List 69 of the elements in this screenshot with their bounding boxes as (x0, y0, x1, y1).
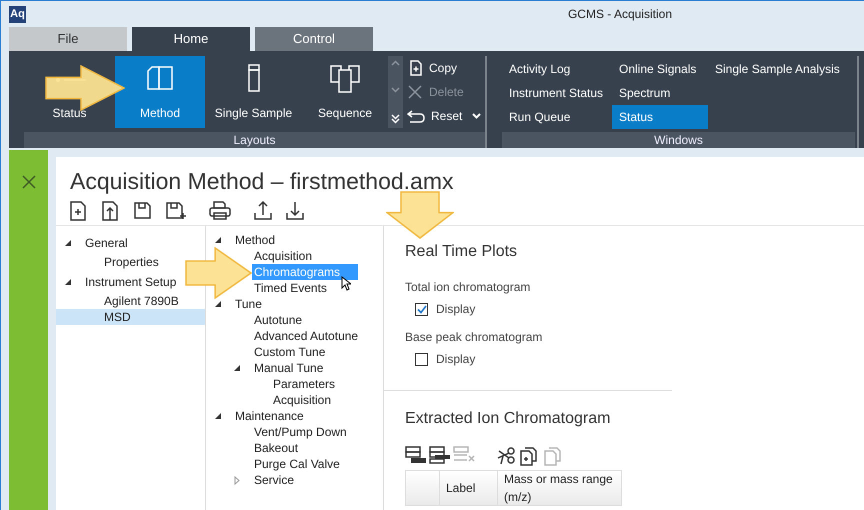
scissors-icon[interactable] (495, 445, 517, 466)
delete-icon (407, 84, 423, 100)
tree-item[interactable]: Custom Tune (252, 344, 328, 360)
window-link[interactable]: Spectrum (612, 81, 708, 105)
tree-item[interactable]: Acquisition (252, 248, 314, 264)
panel-title: Acquisition Method – firstmethod.amx (69, 167, 455, 195)
layout-button[interactable]: Sequence (302, 56, 388, 128)
checkbox-label: Display (436, 351, 476, 368)
collapsed-icon[interactable] (233, 476, 241, 484)
group-label: Windows (502, 132, 855, 148)
tree-item[interactable]: Agilent 7890B (102, 293, 181, 309)
tree-item[interactable]: Instrument Setup (83, 274, 178, 290)
expanded-icon[interactable] (64, 238, 72, 246)
window-link[interactable]: Run Queue (502, 105, 612, 129)
tree-item[interactable]: Maintenance (233, 408, 306, 424)
tree-item[interactable]: Method (233, 232, 278, 248)
tree-item[interactable]: Vent/Pump Down (252, 424, 349, 440)
ribbon-action-button[interactable]: Reset (405, 104, 484, 128)
expanded-icon[interactable] (214, 412, 222, 420)
tree-item[interactable]: Autotune (252, 312, 304, 328)
tree-item[interactable]: Parameters (271, 376, 338, 392)
layout-button[interactable]: Single Sample (205, 56, 302, 128)
insert-row-icon[interactable] (429, 445, 451, 466)
tree-item[interactable]: Tune (233, 296, 264, 312)
undo-icon (407, 109, 425, 123)
window-link[interactable]: Online Signals (612, 57, 708, 81)
tree-item[interactable]: Timed Events (252, 280, 329, 296)
ribbon-tab[interactable]: File (9, 27, 127, 51)
tree-item[interactable]: General (83, 234, 130, 250)
option-label: Total ion chromatogram (405, 279, 532, 296)
callout-arrow (386, 191, 454, 239)
column-header[interactable]: Mass or mass range (m/z) (498, 470, 622, 506)
scroll-up-icon[interactable] (391, 60, 400, 66)
print-icon[interactable] (208, 199, 232, 221)
tree-item[interactable]: Service (252, 472, 296, 488)
tree-item[interactable]: Advanced Autotune (252, 328, 360, 344)
checkbox[interactable] (415, 352, 428, 366)
ribbon-tab[interactable]: Home (132, 27, 250, 51)
column-header[interactable]: Label (440, 470, 498, 506)
ribbon-tab[interactable]: Control (255, 27, 373, 51)
expanded-icon[interactable] (214, 236, 222, 244)
tree-item[interactable]: Purge Cal Valve (252, 456, 342, 472)
tree-item[interactable]: Properties (102, 254, 161, 270)
expanded-icon[interactable] (64, 278, 72, 286)
add-row-icon[interactable] (405, 445, 427, 466)
tree-item[interactable]: Manual Tune (252, 360, 326, 376)
window-link[interactable]: Activity Log (502, 57, 612, 81)
window-title: GCMS - Acquisition (568, 6, 672, 23)
layout-button[interactable]: Method (115, 56, 205, 128)
checkbox[interactable] (415, 302, 428, 316)
tree-item[interactable]: Acquisition (271, 392, 334, 408)
checkbox-label: Display (436, 301, 476, 318)
window-link[interactable]: Instrument Status (502, 81, 612, 105)
section-heading: Real Time Plots (405, 242, 518, 262)
window-link[interactable]: Single Sample Analysis (708, 57, 848, 81)
mouse-cursor-icon (341, 276, 351, 291)
expand-icon[interactable] (391, 114, 400, 124)
callout-arrow (185, 247, 252, 299)
app-logo: Aq (9, 6, 26, 22)
close-icon[interactable] (22, 175, 36, 189)
group-label: Layouts (24, 132, 485, 148)
window-link[interactable]: Status (612, 105, 708, 129)
scroll-down-icon[interactable] (391, 87, 400, 93)
tree-item[interactable]: Bakeout (252, 440, 300, 456)
option-label: Base peak chromatogram (405, 329, 544, 346)
section-heading: Extracted Ion Chromatogram (405, 409, 612, 429)
ribbon-action-button[interactable]: Copy (405, 56, 484, 80)
expanded-icon[interactable] (233, 364, 241, 372)
grid-header (405, 470, 440, 506)
